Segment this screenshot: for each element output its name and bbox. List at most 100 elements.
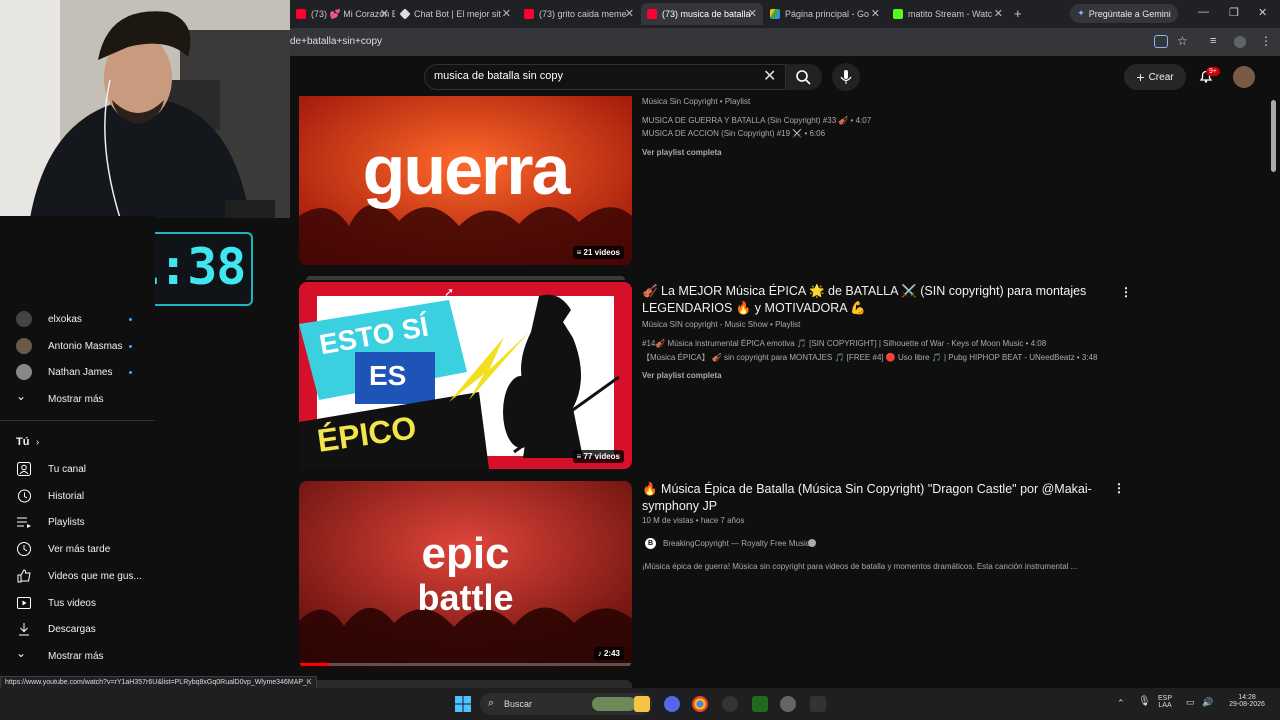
settings-gear-icon[interactable]	[780, 696, 796, 712]
channel-avatar[interactable]: B	[645, 538, 656, 549]
browser-tab-active[interactable]: (73) musica de batalla ✕	[641, 3, 763, 25]
sidebar-item-label: Descargas	[48, 623, 96, 635]
browser-tab[interactable]: (73) grito caida meme ✕	[518, 3, 640, 25]
sidebar-channel-nathan-james[interactable]: Nathan James	[0, 360, 155, 384]
sidebar-channel-antonio-masmas[interactable]: Antonio Masmas	[0, 334, 155, 358]
channel-name: Antonio Masmas	[48, 340, 123, 352]
input-language[interactable]: ESP LAA	[1158, 695, 1172, 709]
nvidia-icon[interactable]	[752, 696, 768, 712]
plus-icon: +	[1136, 69, 1145, 85]
close-tab-icon[interactable]: ✕	[871, 7, 880, 20]
show-more-label: Mostrar más	[48, 650, 104, 662]
sidebar-item-playlists[interactable]: Playlists	[0, 510, 155, 534]
cast-icon[interactable]	[1154, 35, 1168, 48]
sidebar-channel-elxokas[interactable]: elxokas	[0, 307, 155, 331]
chrome-icon[interactable]	[692, 696, 708, 712]
gemini-sparkle-icon: ✦	[1077, 8, 1085, 18]
tab-label: (73) grito caida meme	[539, 9, 627, 19]
video-count-badge: ≡ 21 videos	[572, 246, 624, 259]
sidebar-item-label: Ver más tarde	[48, 543, 111, 555]
page-scrollbar[interactable]	[1271, 100, 1276, 172]
windows-start-icon[interactable]	[455, 696, 471, 712]
obs-icon[interactable]	[722, 696, 738, 712]
browser-tab[interactable]: Chat Bot | El mejor sit ✕	[395, 3, 517, 25]
minimize-icon[interactable]: —	[1198, 6, 1209, 18]
youtube-favicon-icon	[296, 9, 306, 19]
sidebar: elxokas Antonio Masmas Nathan James ⌄ Mo…	[0, 216, 155, 692]
browser-tab[interactable]: matito Stream - Watc ✕	[887, 3, 1009, 25]
live-dot	[129, 344, 132, 348]
sidebar-you-header[interactable]: Tú ›	[0, 430, 155, 454]
discord-icon[interactable]	[664, 696, 680, 712]
sidebar-show-more[interactable]: ⌄ Mostrar más	[0, 644, 155, 668]
playlist-video-line[interactable]: MUSICA DE ACCION (Sin Copyright) #19 ⚔️ …	[642, 129, 825, 138]
capcut-icon[interactable]	[810, 696, 826, 712]
clear-search-icon[interactable]: ✕	[763, 66, 776, 86]
browser-tab[interactable]: Página principal - Go ✕	[764, 3, 886, 25]
search-button[interactable]	[786, 64, 822, 90]
gemini-label: Pregúntale a Gemini	[1088, 8, 1171, 19]
verified-badge-icon	[808, 539, 816, 547]
network-icon[interactable]: ▭	[1186, 697, 1195, 708]
sidebar-item-liked-videos[interactable]: Videos que me gus...	[0, 564, 155, 588]
video-thumbnail[interactable]: epic battle ♪ 2:43	[299, 481, 632, 668]
sidebar-show-more-channels[interactable]: ⌄ Mostrar más	[0, 387, 155, 411]
taskbar-clock[interactable]: 14:28 29-08-2026	[1222, 694, 1272, 708]
thumbnail-text: guerra	[362, 131, 571, 209]
tab-label: Página principal - Go	[785, 9, 870, 19]
sidebar-item-watch-later[interactable]: Ver más tarde	[0, 537, 155, 561]
next-result-thumbnail[interactable]	[299, 680, 632, 688]
more-actions-icon[interactable]: ⋮	[1113, 481, 1125, 495]
volume-icon[interactable]: 🔊	[1202, 697, 1213, 708]
google-drive-favicon-icon	[770, 9, 780, 19]
playlist-video-line[interactable]: 【Música ÉPICA】 🎻 sin copyright para MONT…	[642, 352, 1097, 363]
file-explorer-icon[interactable]	[634, 696, 650, 712]
sidebar-item-history[interactable]: Historial	[0, 484, 155, 508]
close-tab-icon[interactable]: ✕	[502, 7, 511, 20]
tab-label: Chat Bot | El mejor sit	[414, 9, 501, 19]
sidebar-item-your-channel[interactable]: Tu canal	[0, 457, 155, 481]
taskbar-search[interactable]: ⌕ Buscar	[480, 693, 652, 715]
close-tab-icon[interactable]: ✕	[625, 7, 634, 20]
view-full-playlist-link[interactable]: Ver playlist completa	[642, 148, 722, 157]
browser-tab[interactable]: (73) 💕 Mi Corazón E ✕	[290, 3, 395, 25]
playlist-thumbnail[interactable]: ESTO SÍ ES ÉPICO ≡ 77 videos	[299, 282, 632, 469]
tray-chevron-up-icon[interactable]: ⌃	[1117, 698, 1125, 709]
account-avatar[interactable]	[1233, 66, 1255, 88]
youtube-favicon-icon	[524, 9, 534, 19]
menu-kebab-icon[interactable]: ⋮	[1260, 34, 1272, 48]
gemini-button[interactable]: ✦ Pregúntale a Gemini	[1070, 4, 1178, 23]
streamer-webcam-image	[0, 0, 290, 218]
result-title[interactable]: 🔥 Música Épica de Batalla (Música Sin Co…	[642, 481, 1092, 498]
restore-icon[interactable]: ❐	[1229, 6, 1239, 19]
result-channel-meta[interactable]: Música Sin Copyright • Playlist	[642, 97, 750, 106]
channel-name[interactable]: BreakingCopyright — Royalty Free Music	[663, 539, 810, 548]
view-full-playlist-link[interactable]: Ver playlist completa	[642, 371, 722, 380]
thumbnail-text: epic	[421, 529, 510, 578]
playlist-thumbnail[interactable]: guerra ≡ 21 videos	[299, 96, 632, 265]
profile-icon[interactable]	[1234, 36, 1246, 48]
close-tab-icon[interactable]: ✕	[380, 7, 389, 20]
result-title[interactable]: symphony JP	[642, 498, 717, 515]
new-tab-icon[interactable]: +	[1014, 6, 1022, 21]
bookmark-star-icon[interactable]: ☆	[1177, 34, 1188, 48]
create-button[interactable]: + Crear	[1124, 64, 1186, 90]
playlist-video-line[interactable]: MUSICA DE GUERRA Y BATALLA (Sin Copyrigh…	[642, 116, 871, 125]
user-square-icon	[17, 462, 31, 476]
tray-microphone-icon[interactable]: 🎙	[1138, 696, 1151, 707]
url-text[interactable]: de+batalla+sin+copy	[290, 36, 382, 47]
search-query[interactable]: musica de batalla sin copy	[434, 70, 563, 82]
close-window-icon[interactable]: ✕	[1258, 6, 1267, 19]
tab-search-icon[interactable]: ≡	[1210, 35, 1216, 47]
tab-label: (73) musica de batalla	[662, 9, 751, 19]
result-channel-meta[interactable]: Música SIN copyright - Music Show • Play…	[642, 320, 800, 329]
result-title[interactable]: LEGENDARIOS 🔥 y MOTIVADORA 💪	[642, 300, 866, 317]
close-tab-icon[interactable]: ✕	[994, 7, 1003, 20]
voice-search-button[interactable]	[832, 63, 860, 91]
sidebar-item-downloads[interactable]: Descargas	[0, 617, 155, 641]
more-actions-icon[interactable]: ⋮	[1120, 285, 1132, 299]
sidebar-item-your-videos[interactable]: Tus videos	[0, 591, 155, 615]
result-title[interactable]: 🎻 La MEJOR Música ÉPICA 🌟 de BATALLA ⚔️ …	[642, 283, 1086, 300]
playlist-video-line[interactable]: #14🎻 Música instrumental ÉPICA emotiva 🎵…	[642, 339, 1046, 348]
close-tab-icon[interactable]: ✕	[748, 7, 757, 20]
